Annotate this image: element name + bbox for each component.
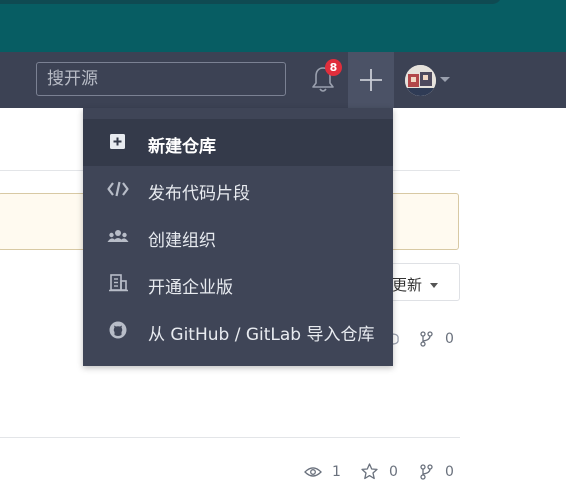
plus-square-icon [110,134,125,149]
menu-item-label: 开通企业版 [148,278,233,298]
chevron-down-icon[interactable] [440,77,450,82]
sort-label: 更新 [392,276,423,294]
watch-count: 1 [332,464,341,480]
fork-count: 0 [445,331,454,347]
divider [0,437,460,438]
notification-badge: 8 [325,59,342,76]
code-icon [107,181,129,197]
star-count: 0 [389,464,398,480]
create-new-button[interactable] [348,52,394,108]
star-icon [361,463,378,480]
avatar-image [405,65,436,96]
menu-item-new-snippet[interactable]: 发布代码片段 [83,166,393,213]
browser-tab-edge [0,0,502,4]
menu-item-import-repo[interactable]: 从 GitHub / GitLab 导入仓库 [83,307,393,354]
fork-icon [420,331,433,347]
menu-item-label: 从 GitHub / GitLab 导入仓库 [148,325,375,345]
create-dropdown-menu: 新建仓库 发布代码片段 创建组织 开通企业版 从 GitHub / GitLab… [83,108,393,366]
browser-top-band [0,0,566,52]
menu-item-label: 发布代码片段 [148,184,250,204]
search-input[interactable] [36,62,286,96]
menu-item-new-org[interactable]: 创建组织 [83,213,393,260]
building-icon [109,274,128,292]
avatar[interactable] [405,65,436,96]
eye-icon [304,467,322,477]
menu-item-label: 创建组织 [148,231,216,251]
plus-icon [360,69,382,91]
menu-item-enterprise[interactable]: 开通企业版 [83,260,393,307]
chevron-down-icon [430,283,438,288]
fork-icon [420,464,433,480]
github-icon [109,321,127,339]
menu-item-label: 新建仓库 [148,137,216,157]
fork-count: 0 [445,464,454,480]
menu-item-new-repo[interactable]: 新建仓库 [83,119,393,166]
group-icon [107,230,129,242]
top-navbar: 8 [0,52,566,108]
